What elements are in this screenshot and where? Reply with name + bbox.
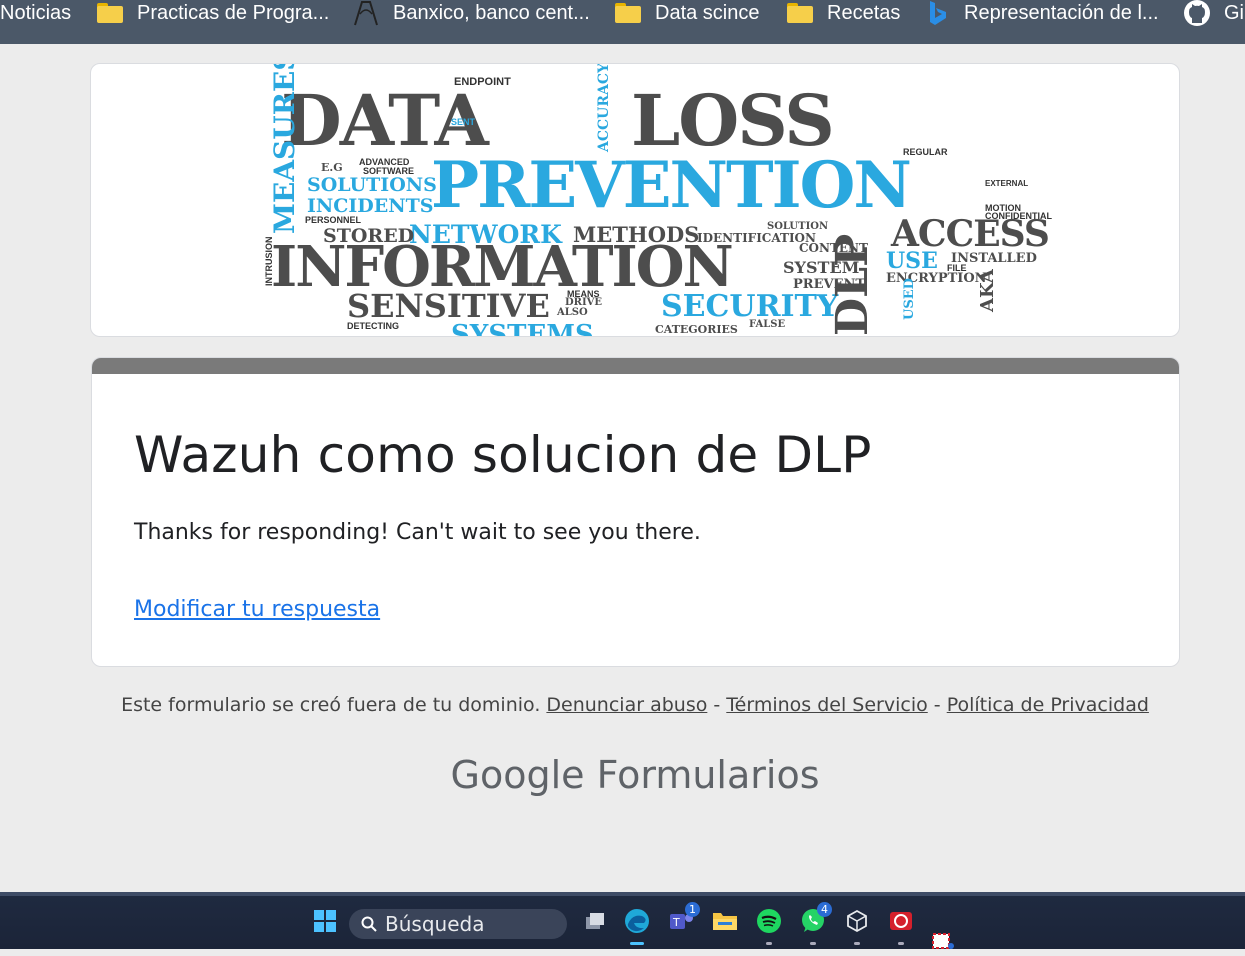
word-external: EXTERNAL bbox=[985, 179, 1029, 188]
bookmark-banxico[interactable]: Banxico, banco cent... bbox=[352, 0, 590, 26]
word-confidential: CONFIDENTIAL bbox=[985, 211, 1052, 221]
word-motion: MOTION bbox=[985, 203, 1021, 213]
whatsapp-icon[interactable]: 4 bbox=[798, 902, 832, 945]
bookmark-practicas[interactable]: Practicas de Progra... bbox=[96, 0, 329, 26]
virtualbox-icon[interactable] bbox=[842, 906, 872, 945]
github-icon bbox=[1183, 0, 1211, 26]
folder-icon bbox=[96, 1, 124, 25]
word-aka: AKA bbox=[977, 269, 998, 312]
footer-separator: - bbox=[713, 694, 721, 716]
bookmarks-bar: Noticias Practicas de Progra... Banxico,… bbox=[0, 0, 1245, 44]
data-loss-prevention-word-cloud: DATA LOSS PREVENTION INFORMATION SENSITI… bbox=[251, 64, 1073, 336]
word-intrusion: INTRUSION bbox=[264, 236, 274, 287]
form-footer: Este formulario se creó fuera de tu domi… bbox=[0, 694, 1245, 716]
bookmark-data-scince[interactable]: Data scince bbox=[614, 0, 760, 26]
svg-text:T: T bbox=[672, 916, 680, 929]
folder-icon bbox=[614, 1, 642, 25]
bookmark-github[interactable]: Gi bbox=[1183, 0, 1244, 26]
bookmark-label: Data scince bbox=[655, 1, 760, 24]
whatsapp-notification-badge: 4 bbox=[817, 902, 832, 917]
search-placeholder: Búsqueda bbox=[385, 912, 485, 936]
word-access: ACCESS bbox=[891, 213, 1050, 255]
start-button[interactable] bbox=[310, 906, 340, 936]
word-identification: IDENTIFICATION bbox=[697, 231, 816, 245]
word-personnel: PERSONNEL bbox=[305, 215, 362, 225]
word-also: ALSO bbox=[557, 307, 588, 318]
word-solutions: SOLUTIONS bbox=[307, 174, 437, 196]
word-regular: REGULAR bbox=[903, 147, 948, 157]
windows-logo-icon bbox=[314, 910, 336, 932]
banxico-logo-icon bbox=[352, 1, 380, 26]
word-security: SECURITY bbox=[661, 289, 839, 324]
bing-icon bbox=[923, 1, 951, 25]
word-sent: SENT bbox=[451, 117, 476, 127]
word-drive: DRIVE bbox=[565, 297, 603, 308]
bookmark-label: Practicas de Progra... bbox=[137, 1, 330, 24]
bookmark-noticias[interactable]: Noticias bbox=[0, 0, 71, 26]
footer-separator: - bbox=[933, 694, 941, 716]
footer-notice: Este formulario se creó fuera de tu domi… bbox=[121, 694, 541, 716]
edge-browser-icon[interactable] bbox=[622, 906, 652, 945]
report-abuse-link[interactable]: Denunciar abuso bbox=[546, 694, 707, 716]
edit-response-link[interactable]: Modificar tu respuesta bbox=[134, 597, 380, 622]
google-wordmark: Google bbox=[450, 753, 585, 797]
word-eg: E.G bbox=[321, 161, 343, 174]
bookmark-label: Recetas bbox=[827, 1, 901, 24]
response-card: Wazuh como solucion de DLP Thanks for re… bbox=[91, 357, 1180, 667]
word-use: USE bbox=[886, 248, 938, 274]
google-forms-logo[interactable]: Google Formularios bbox=[0, 753, 1245, 797]
confirmation-message: Thanks for responding! Can't wait to see… bbox=[134, 520, 701, 545]
bookmark-label: Banxico, banco cent... bbox=[393, 1, 590, 24]
word-stored: STORED bbox=[323, 225, 415, 247]
task-view-icon[interactable] bbox=[580, 906, 610, 936]
word-sensitive: SENSITIVE bbox=[347, 287, 550, 325]
card-accent-bar bbox=[92, 358, 1179, 374]
word-detecting: DETECTING bbox=[347, 321, 400, 331]
word-prevention: PREVENTION bbox=[431, 148, 912, 223]
word-solution: SOLUTION bbox=[767, 221, 829, 232]
terms-link[interactable]: Términos del Servicio bbox=[726, 694, 927, 716]
word-measures: MEASURES bbox=[268, 64, 301, 234]
header-image-card: DATA LOSS PREVENTION INFORMATION SENSITI… bbox=[90, 63, 1180, 337]
bookmark-label: Representación de l... bbox=[964, 1, 1159, 24]
word-file: FILE bbox=[947, 263, 967, 273]
word-endpoint: ENDPOINT bbox=[454, 76, 511, 88]
word-incidents: INCIDENTS bbox=[307, 195, 434, 217]
bookmark-recetas[interactable]: Recetas bbox=[786, 0, 900, 26]
word-systems: SYSTEMS bbox=[451, 320, 594, 336]
taskbar-search[interactable]: Búsqueda bbox=[349, 909, 567, 939]
forms-wordmark: Formularios bbox=[596, 753, 820, 797]
folder-icon bbox=[786, 1, 814, 25]
file-explorer-icon[interactable] bbox=[710, 906, 740, 936]
word-network: NETWORK bbox=[409, 220, 562, 249]
search-icon bbox=[361, 916, 377, 932]
word-categories: CATEGORIES bbox=[655, 323, 738, 336]
bookmark-label: Gi bbox=[1224, 1, 1244, 24]
word-software: SOFTWARE bbox=[363, 166, 414, 176]
terminal-app-icon[interactable] bbox=[886, 906, 916, 945]
teams-notification-badge: 1 bbox=[685, 902, 700, 917]
word-loss: LOSS bbox=[631, 79, 835, 162]
form-title: Wazuh como solucion de DLP bbox=[134, 426, 872, 484]
snipping-tool-icon[interactable] bbox=[928, 926, 958, 956]
privacy-link[interactable]: Política de Privacidad bbox=[947, 694, 1149, 716]
windows-taskbar: Búsqueda T 1 4 bbox=[0, 892, 1245, 949]
word-methods: METHODS bbox=[573, 222, 700, 247]
word-false: FALSE bbox=[749, 319, 786, 330]
spotify-icon[interactable] bbox=[754, 906, 784, 945]
word-accuracy: ACCURACY bbox=[596, 64, 612, 152]
word-used: USED bbox=[902, 278, 917, 320]
bookmark-label: Noticias bbox=[0, 1, 72, 24]
bookmark-representacion[interactable]: Representación de l... bbox=[923, 0, 1159, 26]
teams-icon[interactable]: T 1 bbox=[666, 902, 700, 936]
